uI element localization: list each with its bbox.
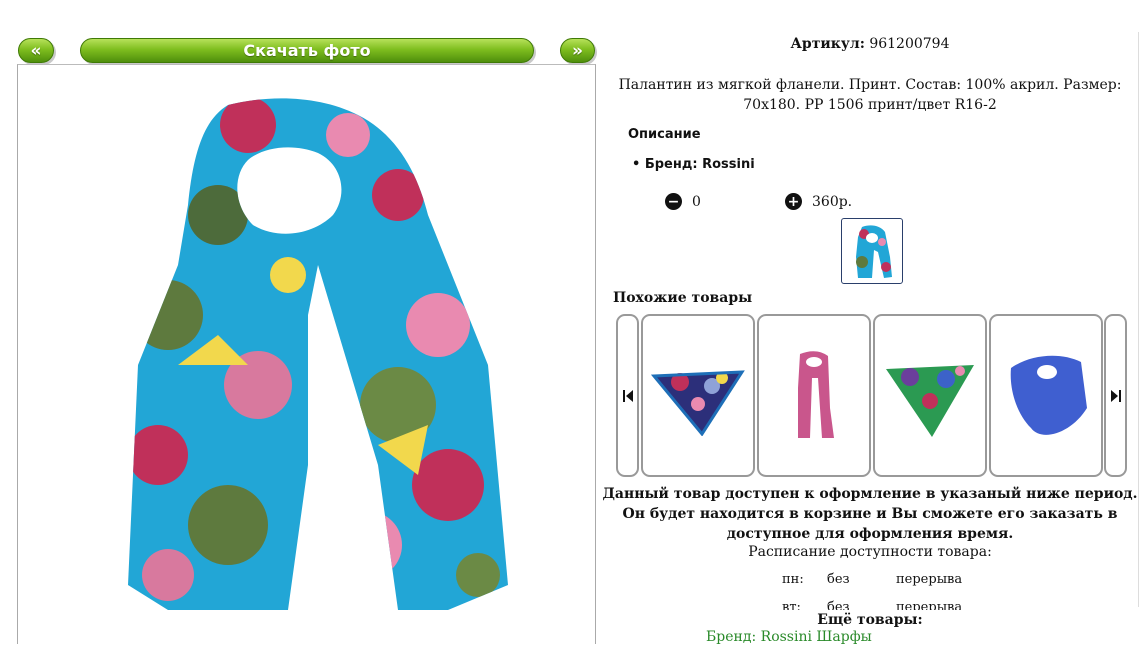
schedule-to: перерыва	[896, 600, 963, 610]
next-photo-button[interactable]: »	[560, 38, 595, 63]
schedule-day: вт:	[782, 600, 801, 610]
schedule-from: без	[827, 572, 850, 587]
green-floral-scarf-image	[886, 364, 974, 437]
pink-scarf-image	[798, 350, 834, 438]
download-label: Скачать фото	[243, 41, 371, 60]
bullet-icon: •	[632, 157, 641, 172]
more-products-title: Ещё товары:	[817, 612, 923, 628]
schedule-to: перерыва	[896, 572, 963, 587]
carousel-prev-button[interactable]	[616, 314, 639, 477]
next-label: »	[572, 40, 583, 61]
scarf-thumbnail-image	[856, 225, 892, 278]
scarf-main-image[interactable]	[18, 65, 595, 640]
add-to-cart: + 360р.	[785, 193, 852, 210]
skip-forward-icon	[1110, 389, 1121, 402]
similar-item[interactable]	[757, 314, 871, 477]
prev-label: «	[30, 40, 42, 61]
similar-item[interactable]	[989, 314, 1103, 477]
navy-floral-scarf-image	[650, 369, 745, 436]
minus-icon[interactable]: −	[665, 193, 682, 210]
article-label: Артикул:	[790, 36, 865, 52]
price-value: 360р.	[812, 193, 853, 210]
carousel-next-button[interactable]	[1104, 314, 1127, 477]
quantity-value: 0	[692, 193, 701, 210]
brand-category-link[interactable]: Бренд: Rossini Шарфы	[706, 629, 872, 645]
availability-notice: Данный товар доступен к оформление в ука…	[602, 486, 1138, 542]
similar-item[interactable]	[873, 314, 987, 477]
product-thumbnail[interactable]	[841, 218, 903, 284]
description-heading: Описание	[628, 127, 701, 142]
skip-back-icon	[622, 389, 633, 402]
main-photo-frame	[17, 64, 596, 644]
prev-photo-button[interactable]: «	[18, 38, 54, 63]
article-value: 961200794	[869, 36, 950, 52]
schedule-from: без	[827, 600, 850, 610]
brand-item: • Бренд: Rossini	[632, 157, 755, 172]
schedule-day: пн:	[782, 572, 804, 587]
similar-title: Похожие товары	[613, 290, 753, 306]
download-photo-button[interactable]: Скачать фото	[80, 38, 534, 63]
blue-scarf-image	[1010, 355, 1087, 435]
quantity-control: − 0	[665, 193, 701, 210]
schedule-title: Расписание доступности товара:	[748, 544, 992, 560]
product-description: Палантин из мягкой фланели. Принт. Соста…	[618, 77, 1122, 113]
plus-icon[interactable]: +	[785, 193, 802, 210]
article-line: Артикул: 961200794	[600, 36, 1140, 52]
similar-item[interactable]	[641, 314, 755, 477]
brand-text: Бренд: Rossini	[644, 157, 755, 172]
